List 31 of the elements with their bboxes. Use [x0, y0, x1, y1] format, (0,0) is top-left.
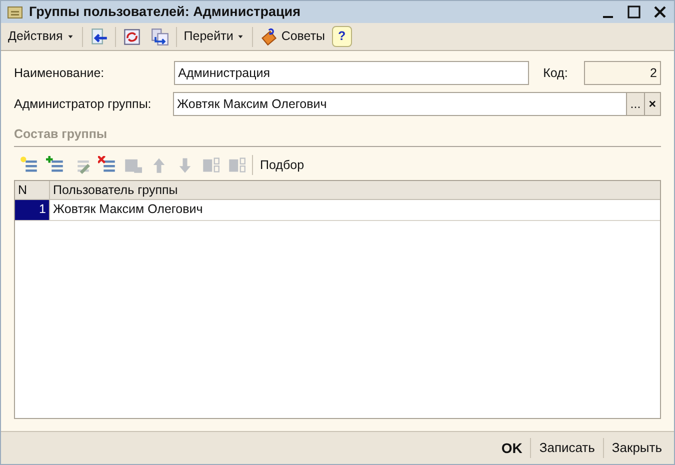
window-title: Группы пользователей: Администрация — [29, 2, 300, 21]
select-button[interactable]: ... — [626, 93, 644, 115]
refresh-icon[interactable] — [122, 28, 141, 46]
close-icon[interactable] — [652, 4, 668, 20]
name-field[interactable]: Администрация — [174, 61, 530, 85]
pick-button[interactable]: Подбор — [257, 154, 308, 176]
tips-button[interactable]: Советы — [257, 26, 328, 47]
add-row-icon[interactable] — [46, 156, 64, 174]
help-button[interactable]: ? — [332, 26, 352, 47]
actions-menu[interactable]: Действия — [5, 26, 78, 47]
goto-menu[interactable]: Перейти — [180, 26, 248, 47]
section-title: Состав группы — [14, 125, 661, 147]
swap-arrows-icon[interactable] — [150, 28, 169, 46]
column-header[interactable]: N — [15, 180, 50, 198]
delete-row-icon[interactable] — [98, 156, 116, 174]
admin-field[interactable]: Жовтяк Максим Олегович ... × — [173, 92, 661, 116]
column-header[interactable]: Пользователь группы — [50, 180, 660, 198]
clear-button[interactable]: × — [644, 93, 660, 115]
maximize-icon[interactable] — [626, 4, 642, 20]
field-label: Администратор группы: — [14, 96, 152, 113]
table-cell[interactable]: Жовтяк Максим Олегович — [50, 200, 660, 220]
back-arrow-icon[interactable] — [90, 28, 108, 46]
footer-button[interactable]: Записать — [533, 436, 601, 460]
field-label: Наименование: — [14, 64, 106, 82]
field-label: Код: — [543, 64, 568, 82]
footer-button[interactable]: Закрыть — [606, 436, 668, 460]
add-row-icon[interactable] — [20, 156, 38, 174]
footer-button[interactable]: OK — [495, 436, 528, 460]
folder-icon — [7, 4, 23, 20]
row-number-cell[interactable]: 1 — [15, 200, 50, 220]
code-field[interactable]: 2 — [584, 61, 661, 85]
